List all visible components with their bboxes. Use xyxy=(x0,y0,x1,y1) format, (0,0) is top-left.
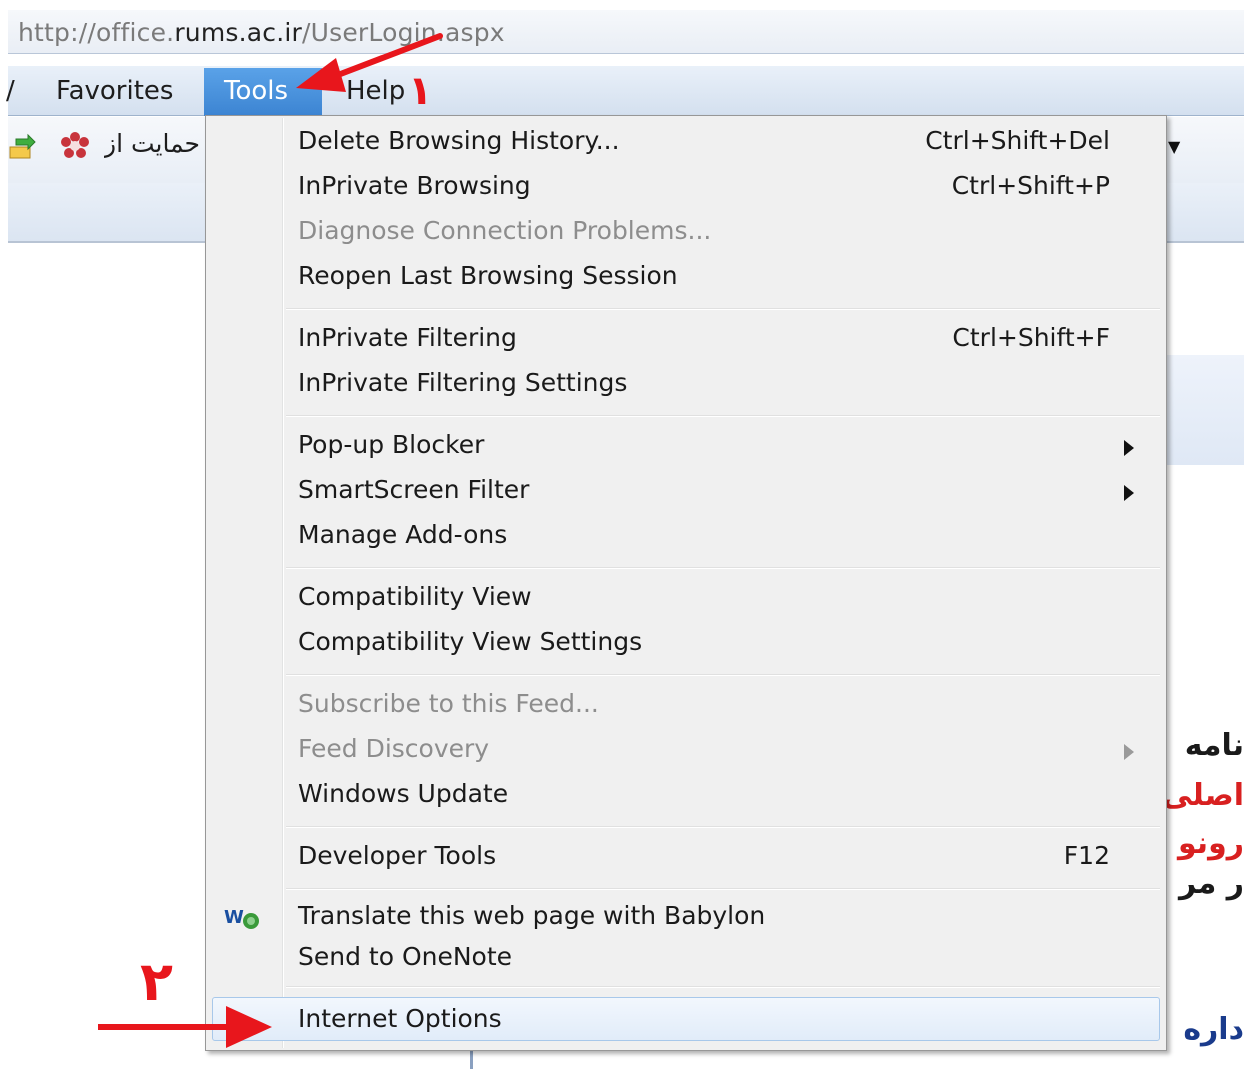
submenu-arrow-icon xyxy=(1124,485,1134,501)
tools-dropdown-menu: Delete Browsing History... Ctrl+Shift+De… xyxy=(205,115,1167,1051)
menu-separator xyxy=(286,826,1160,828)
favorite-link[interactable]: حمایت از xyxy=(104,129,204,158)
menu-bar: / Favorites Tools Help xyxy=(6,66,1244,116)
menu-item-label: InPrivate Filtering Settings xyxy=(298,368,628,397)
menu-separator xyxy=(286,888,1160,890)
menu-item-label: Developer Tools xyxy=(298,841,497,870)
menu-item-shortcut: F12 xyxy=(1063,841,1110,870)
menu-separator xyxy=(286,567,1160,569)
menu-item-label: Pop-up Blocker xyxy=(298,430,485,459)
menu-item-inprivate-filtering-settings[interactable]: InPrivate Filtering Settings xyxy=(206,362,1166,406)
menu-item-label: Diagnose Connection Problems... xyxy=(298,216,712,245)
menu-item-compatibility-view[interactable]: Compatibility View xyxy=(206,576,1166,620)
menu-separator xyxy=(286,986,1160,988)
page-text-line: داره xyxy=(1183,1012,1244,1047)
menu-help[interactable]: Help xyxy=(346,74,405,108)
url-host: rums.ac.ir xyxy=(174,18,302,47)
page-text-line: نامه xyxy=(1184,728,1244,763)
step2-number: ۲ xyxy=(140,950,173,1013)
menu-separator xyxy=(286,308,1160,310)
menu-tools[interactable]: Tools xyxy=(204,68,322,116)
menu-item-label: Compatibility View xyxy=(298,582,532,611)
babylon-icon: W xyxy=(224,907,259,929)
menu-item-label: InPrivate Browsing xyxy=(298,171,531,200)
menu-item-label: Subscribe to this Feed... xyxy=(298,689,599,718)
page-text-line: رونو xyxy=(1178,826,1244,861)
url-prefix: http://office. xyxy=(18,18,175,47)
address-url[interactable]: http://office.rums.ac.ir/UserLogin.aspx xyxy=(18,18,505,47)
submenu-arrow-icon xyxy=(1124,744,1134,760)
menu-item-label: Manage Add-ons xyxy=(298,520,508,549)
url-path: /UserLogin.aspx xyxy=(302,18,505,47)
menu-item-reopen-last-session[interactable]: Reopen Last Browsing Session xyxy=(206,255,1166,299)
menu-item-label: Delete Browsing History... xyxy=(298,126,620,155)
menu-item-babylon-translate[interactable]: W Translate this web page with Babylon xyxy=(206,895,1166,939)
menu-view-partial[interactable]: / xyxy=(6,74,16,108)
menu-item-compatibility-view-settings[interactable]: Compatibility View Settings xyxy=(206,621,1166,665)
menu-item-label: Windows Update xyxy=(298,779,509,808)
menu-item-label: Internet Options xyxy=(298,1004,502,1033)
menu-item-shortcut: Ctrl+Shift+F xyxy=(952,323,1110,352)
address-bar[interactable]: http://office.rums.ac.ir/UserLogin.aspx xyxy=(8,10,1244,54)
content-header-band xyxy=(1160,355,1244,465)
page-text-line: اصلی xyxy=(1162,778,1244,813)
menu-item-shortcut: Ctrl+Shift+Del xyxy=(925,126,1110,155)
menu-separator xyxy=(286,415,1160,417)
chevron-down-icon[interactable]: ▼ xyxy=(1168,137,1180,156)
submenu-arrow-icon xyxy=(1124,440,1134,456)
menu-item-label: Send to OneNote xyxy=(298,942,513,971)
menu-item-subscribe-feed: Subscribe to this Feed... xyxy=(206,683,1166,727)
menu-item-inprivate-filtering[interactable]: InPrivate Filtering Ctrl+Shift+F xyxy=(206,317,1166,361)
menu-item-manage-addons[interactable]: Manage Add-ons xyxy=(206,514,1166,558)
menu-item-popup-blocker[interactable]: Pop-up Blocker xyxy=(206,424,1166,468)
menu-item-developer-tools[interactable]: Developer Tools F12 xyxy=(206,835,1166,879)
add-favorite-arrow-icon[interactable] xyxy=(8,133,36,161)
menu-item-feed-discovery: Feed Discovery xyxy=(206,728,1166,772)
menu-favorites[interactable]: Favorites xyxy=(56,74,173,108)
menu-item-label: Reopen Last Browsing Session xyxy=(298,261,678,290)
page-text-line: ر مر xyxy=(1179,866,1244,901)
menu-item-internet-options[interactable]: Internet Options xyxy=(212,997,1160,1041)
menu-item-diagnose-connection: Diagnose Connection Problems... xyxy=(206,210,1166,254)
menu-separator xyxy=(286,674,1160,676)
menu-item-label: Compatibility View Settings xyxy=(298,627,643,656)
menu-item-shortcut: Ctrl+Shift+P xyxy=(951,171,1110,200)
menu-item-smartscreen-filter[interactable]: SmartScreen Filter xyxy=(206,469,1166,513)
menu-item-send-to-onenote[interactable]: Send to OneNote xyxy=(206,936,1166,980)
menu-item-label: Translate this web page with Babylon xyxy=(298,901,766,930)
menu-item-label: SmartScreen Filter xyxy=(298,475,530,504)
page-content xyxy=(1160,245,1244,1069)
site-favicon-icon xyxy=(61,132,89,158)
menu-item-delete-browsing-history[interactable]: Delete Browsing History... Ctrl+Shift+De… xyxy=(206,120,1166,164)
menu-item-windows-update[interactable]: Windows Update xyxy=(206,773,1166,817)
svg-text:W: W xyxy=(224,907,244,928)
menu-item-label: InPrivate Filtering xyxy=(298,323,517,352)
menu-item-inprivate-browsing[interactable]: InPrivate Browsing Ctrl+Shift+P xyxy=(206,165,1166,209)
menu-item-label: Feed Discovery xyxy=(298,734,490,763)
